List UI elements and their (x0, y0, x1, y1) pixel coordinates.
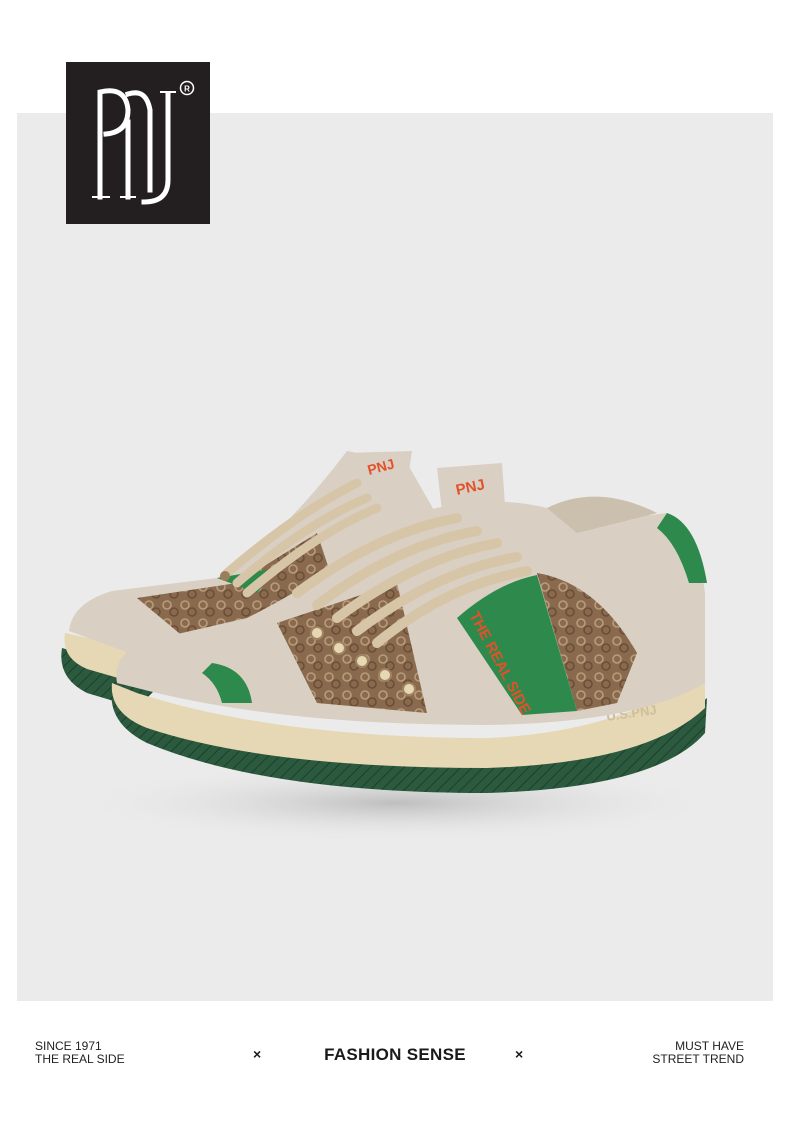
brand-logo: R (66, 62, 210, 224)
separator-right: × (515, 1046, 524, 1062)
svg-text:R: R (184, 85, 190, 94)
footer-right-tagline: MUST HAVE STREET TREND (652, 1040, 744, 1066)
sneaker-photo: PNJ U.S.PNJ THE REAL SIDE PNJ (61, 451, 727, 843)
brand-monogram-icon: R (92, 80, 195, 205)
street-trend-text: STREET TREND (652, 1052, 744, 1066)
